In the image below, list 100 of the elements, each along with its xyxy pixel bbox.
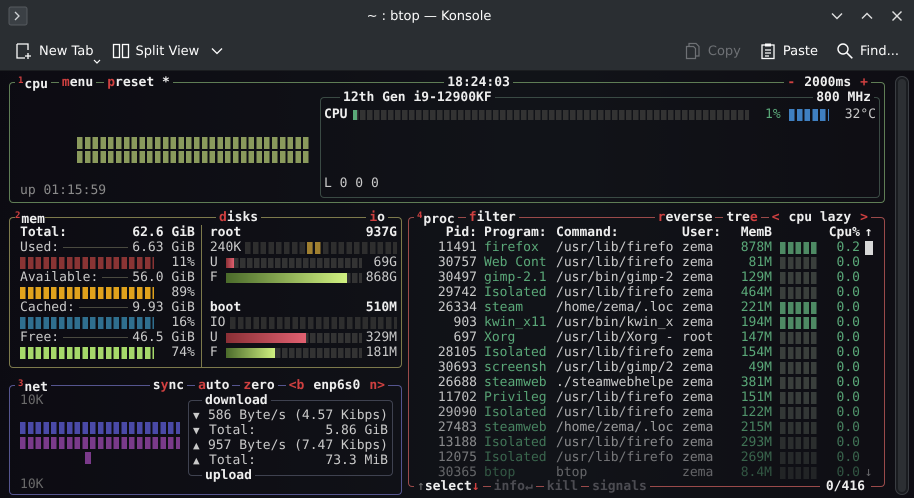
program-cell-text: Isolated [483,345,548,360]
graph-scale-label: 10K [20,393,44,408]
temperature-graph-icon [788,108,829,120]
command-cell-text: /usr/lib/firefo [556,405,674,420]
mem-value: 62.6 GiB [132,225,195,240]
mem-value: 9.93 GiB [132,300,195,315]
paste-button[interactable]: Paste [752,37,825,65]
mem-percent: 16% [171,315,195,330]
column-header[interactable]: Cpu% [826,225,860,240]
cpu-mini-graph [780,242,818,254]
command-cell-text: /usr/lib/firefo [556,240,674,255]
memory-cell-text: 221M [740,300,772,315]
mem-percent: 89% [171,285,195,300]
menu-button[interactable]: menu [62,75,94,90]
cpu-mini-graph [780,286,818,298]
disks-button[interactable]: disks [219,210,258,225]
cpu-cell-text: 0.0 [836,330,860,345]
auto-button[interactable]: auto [198,378,230,393]
program-cell-text: steamweb [483,375,548,390]
cpu-cell-text: 0.0 [836,345,860,360]
upload-label: upload [205,468,252,483]
memory-cell-text: 81M [748,255,772,270]
split-view-icon [112,42,130,60]
program-cell-text: Web Cont [483,255,548,270]
pid-cell-text: 903 [452,315,477,330]
column-header[interactable]: Pid: [411,225,477,240]
cpu-cell-text: 0.0 [836,450,860,465]
cpu-mini-graph [780,436,818,448]
cpu-mini-graph [780,316,818,328]
disk-bar-label: U [210,330,218,345]
disk-bar-label: U [210,255,218,270]
user-cell-text: root [682,330,714,345]
proc-panel-title: $^{4}$proc [417,210,455,226]
scroll-thumb[interactable] [864,240,872,254]
user-cell-text: zema [682,360,714,375]
memory-cell-text: 122M [740,405,772,420]
footer-action[interactable]: ↑select↓ [417,479,480,494]
process-count: 0/416 [826,479,865,494]
uptime: up 01:15:59 [20,183,108,198]
command-cell-text: /usr/bin/kwin_x [556,315,674,330]
reverse-button[interactable]: reverse [658,210,712,225]
net-panel-title: $^{3}$net [18,378,48,394]
next-sort-button[interactable]: > [860,210,868,225]
scrollbar[interactable] [895,76,909,495]
previous-interface-button[interactable]: <b [288,378,304,393]
zero-button[interactable]: zero [243,378,275,393]
command-cell-text: /usr/lib/gimp/2 [556,360,674,375]
memory-cell-text: 151M [740,390,772,405]
cpu-model-name: 12th Gen i9-12900KF [343,90,492,105]
new-tab-button[interactable]: New Tab [8,37,100,65]
command-cell-text: /usr/lib/firefo [556,435,674,450]
user-cell-text: zema [682,390,714,405]
pid-cell-text: 29742 [436,285,477,300]
column-header[interactable]: Command: [556,225,682,240]
pid-cell-text: 26688 [436,375,477,390]
command-cell-text: /usr/lib/firefo [556,390,674,405]
cpu-cell-text: 0.0 [836,255,860,270]
terminal-icon[interactable] [8,6,28,26]
pid-cell-text: 28105 [436,345,477,360]
mem-label: Cached: [20,300,75,315]
program-cell-text: Xorg [483,330,516,345]
memory-cell-text: 194M [740,315,772,330]
pid-cell-text: 11491 [436,240,477,255]
disk-bar-value: 69G [374,255,397,270]
find-button[interactable]: Find... [828,37,906,65]
user-cell-text: zema [682,450,714,465]
close-icon[interactable] [890,9,904,23]
io-button[interactable]: io [369,210,385,225]
disk-bar-label: F [210,345,218,360]
pid-cell-text: 697 [452,330,477,345]
increase-interval-button[interactable]: + [860,75,868,90]
user-cell-text: zema [682,255,714,270]
decrease-interval-button[interactable]: - [787,75,796,90]
arrow-icon: ▲ [193,453,205,468]
filter-button[interactable]: filter [468,210,516,225]
cpu-mini-graph [780,422,818,434]
mem-percent: 11% [171,255,195,270]
previous-sort-button[interactable]: < [772,210,780,225]
scroll-up-arrow[interactable]: ↑ [860,225,877,240]
program-cell-text: Isolated [483,285,548,300]
pid-cell-text: 30693 [436,360,477,375]
sync-button[interactable]: sync [152,378,184,393]
total-label: Total: [209,453,256,468]
memory-cell-text: 464M [740,285,772,300]
sort-label: cpu lazy [788,210,852,225]
tree-button[interactable]: tree [726,210,758,225]
next-interface-button[interactable]: n> [369,378,385,393]
memory-cell-text: 129M [740,270,772,285]
disk-name: root [210,225,242,240]
split-view-button[interactable]: Split View [104,37,230,65]
pid-cell-text: 11702 [436,390,477,405]
column-header[interactable]: User: [682,225,728,240]
disk-bar-label: F [210,270,218,285]
transfer-rate: 957 Byte/s (7.47 Kibps) [208,438,388,453]
memory-cell-text: 215M [740,420,772,435]
user-cell-text: zema [682,315,714,330]
memory-cell-text: 154M [740,345,772,360]
column-header[interactable]: Program: [477,225,556,240]
column-header[interactable]: MemB [728,225,772,240]
preset-button[interactable]: preset * [107,75,170,90]
